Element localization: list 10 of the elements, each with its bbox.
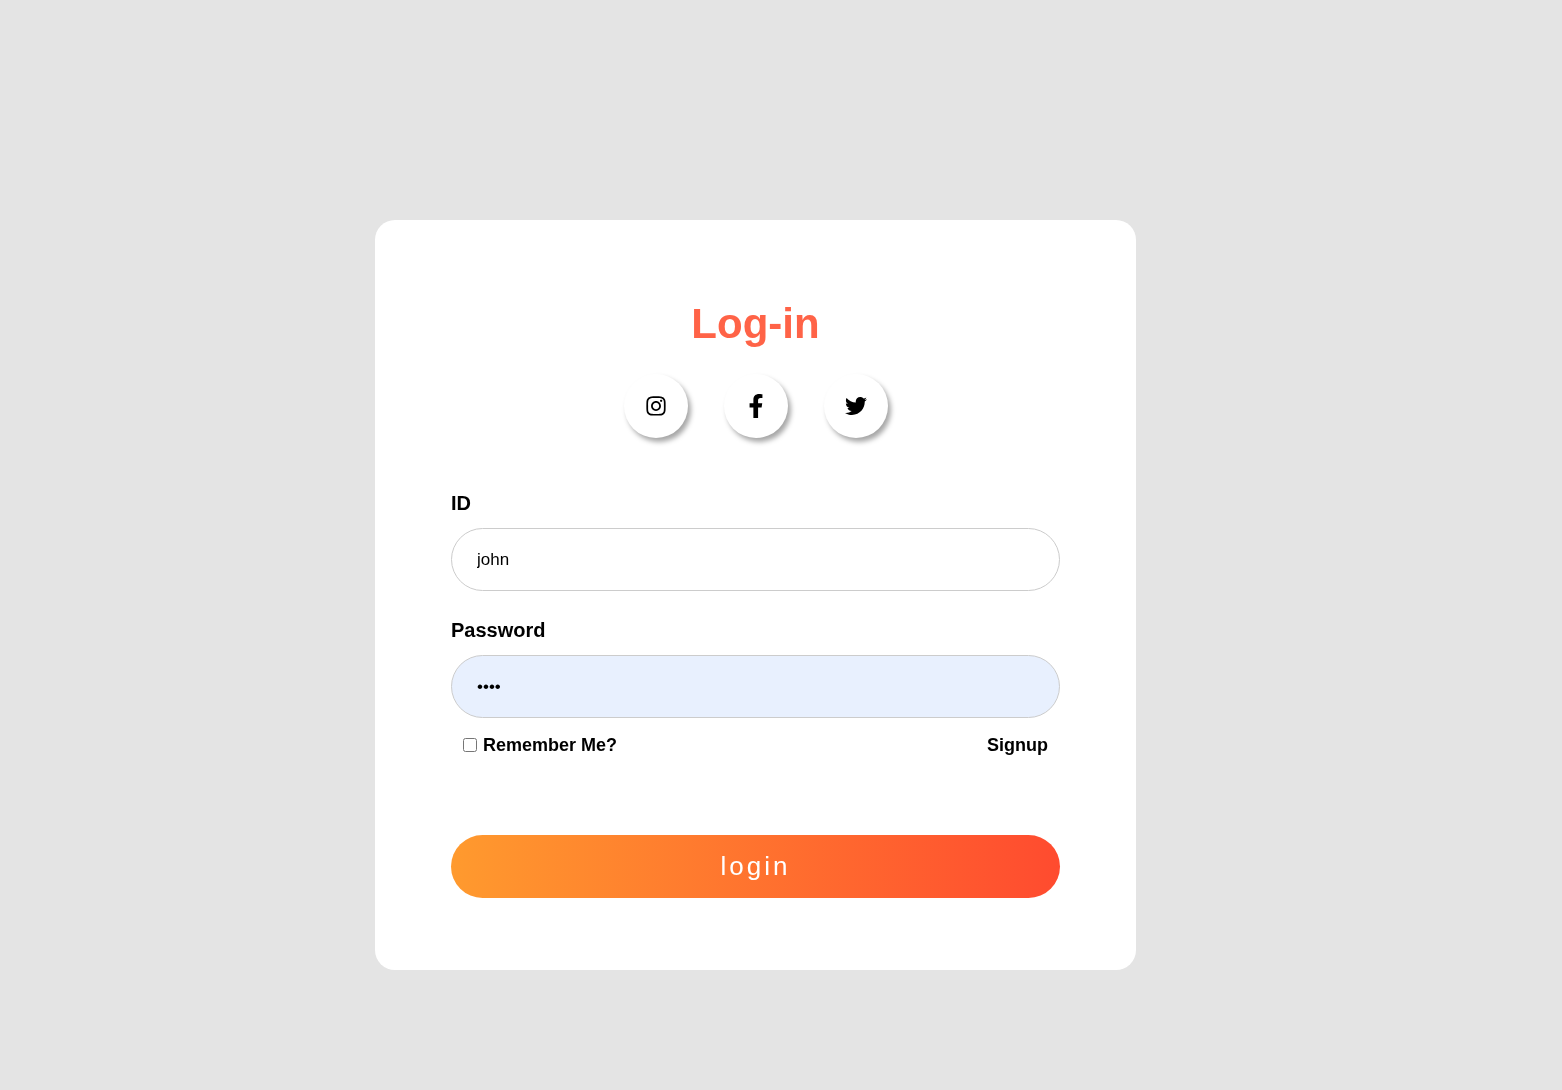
text-input-field[interactable]: john [451, 528, 1060, 591]
remember-label: Remember Me? [483, 734, 618, 757]
login-title: Log-in [691, 299, 820, 349]
camera-logo-icon [644, 395, 667, 417]
field-label: ID [451, 491, 471, 516]
bird-icon [843, 395, 868, 417]
text-input-field[interactable]: •••• [451, 655, 1060, 718]
field-label: Password [451, 618, 546, 643]
remember-checkbox[interactable] [463, 738, 477, 752]
signup-link[interactable]: Signup [987, 733, 1048, 757]
